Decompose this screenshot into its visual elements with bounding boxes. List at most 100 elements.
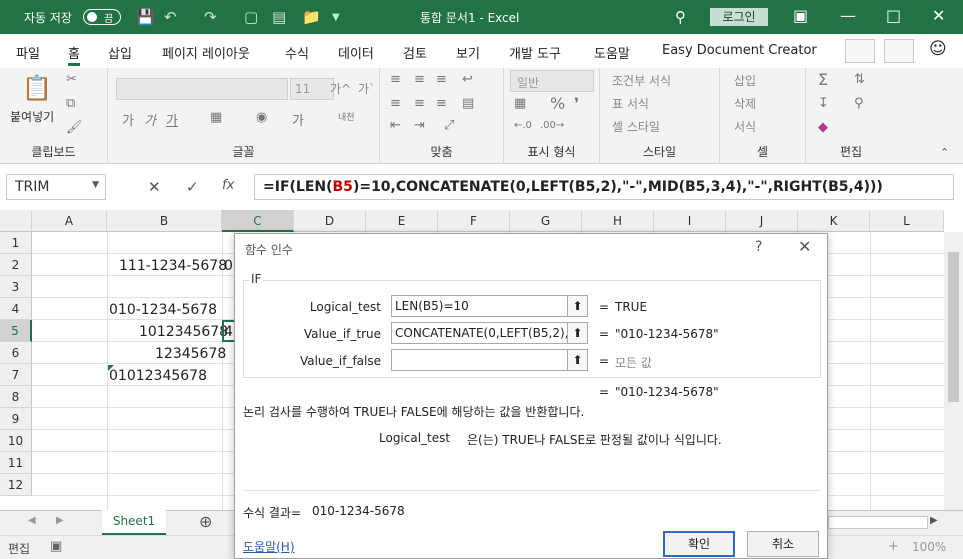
column-header-b[interactable]: B [107,210,222,232]
decrease-decimal-icon[interactable]: .00→ [540,120,564,131]
menu-view[interactable]: 보기 [456,43,480,62]
share-button[interactable] [845,39,875,63]
ribbon-display-options-icon[interactable]: ▣ [793,6,808,25]
menu-developer[interactable]: 개발 도구 [509,43,561,62]
increase-indent-icon[interactable]: ⇥ [414,118,425,133]
menu-file[interactable]: 파일 [16,43,40,62]
menu-easy-document-creator[interactable]: Easy Document Creator [662,43,817,58]
name-box[interactable]: TRIM ▼ [6,174,106,200]
menu-insert[interactable]: 삽입 [108,43,132,62]
collapse-ribbon-icon[interactable]: ⌃ [940,146,949,159]
help-link[interactable]: 도움말(H) [243,538,295,555]
merge-center-icon[interactable]: ▤ [462,96,474,111]
dialog-close-icon[interactable]: ✕ [798,237,811,256]
column-header-e[interactable]: E [366,210,438,232]
menu-home[interactable]: 홈 [68,43,80,66]
format-cells-button[interactable]: 서식 [734,118,756,135]
menu-data[interactable]: 데이터 [338,43,374,62]
format-painter-icon[interactable]: 🖌 [66,120,83,135]
search-icon[interactable]: ⚲ [675,8,686,26]
cell-b5[interactable]: 1012345678 [139,321,228,343]
accounting-format-icon[interactable]: ▦ [514,96,526,111]
delete-cells-button[interactable]: 삭제 [734,95,756,112]
cancel-button[interactable]: 취소 [747,531,819,557]
borders-icon[interactable]: ▦ [210,110,222,125]
close-window-icon[interactable]: ✕ [932,6,945,25]
menu-formulas[interactable]: 수식 [285,43,309,62]
column-header-a[interactable]: A [32,210,107,232]
scroll-right-icon[interactable]: ▶ [930,515,938,526]
vertical-scrollbar-thumb[interactable] [948,252,959,402]
smiley-icon[interactable]: ☺ [929,39,947,59]
column-header-l[interactable]: L [870,210,944,232]
row-header-10[interactable]: 10 [0,430,32,452]
column-header-j[interactable]: J [726,210,798,232]
insert-function-icon[interactable]: fx [222,178,234,193]
row-header-11[interactable]: 11 [0,452,32,474]
wrap-text-icon[interactable]: ↩ [462,72,473,87]
align-middle-icon[interactable]: ≡ [414,72,425,87]
phonetic-icon[interactable]: 내천 [338,110,355,123]
row-header-6[interactable]: 6 [0,342,32,364]
cell-b7[interactable]: 01012345678 [109,365,207,387]
autosum-icon[interactable]: Σ [818,70,828,89]
row-header-3[interactable]: 3 [0,276,32,298]
column-header-k[interactable]: K [798,210,870,232]
align-bottom-icon[interactable]: ≡ [436,72,447,87]
insert-cells-button[interactable]: 삽입 [734,72,756,89]
format-as-table-button[interactable]: 표 서식 [612,95,649,112]
collapse-dialog-icon[interactable]: ⬆ [567,295,588,317]
maximize-icon[interactable]: □ [886,6,901,25]
arg-input-logical-test[interactable]: LEN(B5)=10 [391,295,569,317]
open-icon[interactable]: 📁 [302,8,321,26]
enter-entry-icon[interactable]: ✓ [186,178,199,196]
zoom-in-icon[interactable]: + [888,539,899,554]
cut-icon[interactable]: ✂ [66,72,77,87]
fill-color-icon[interactable]: ◉ [256,110,267,125]
conditional-formatting-button[interactable]: 조건부 서식 [612,72,671,89]
cancel-entry-icon[interactable]: ✕ [148,178,161,196]
minimize-icon[interactable]: — [840,6,856,25]
select-all-corner[interactable] [0,210,32,232]
form-icon[interactable]: ▤ [272,8,286,26]
comments-button[interactable] [884,39,914,63]
percent-style-icon[interactable]: % [550,94,565,113]
row-header-12[interactable]: 12 [0,474,32,496]
horizontal-scrollbar[interactable] [828,516,928,529]
save-icon[interactable]: 💾 [136,8,155,26]
column-header-c[interactable]: C [222,210,294,232]
arg-input-value-if-false[interactable] [391,349,569,371]
row-header-2[interactable]: 2 [0,254,32,276]
autosave-toggle[interactable]: 끔 [83,9,121,25]
collapse-dialog-icon[interactable]: ⬆ [567,349,588,371]
cell-b6[interactable]: 12345678 [155,343,226,365]
menu-page-layout[interactable]: 페이지 레이아웃 [162,43,250,62]
customize-toolbar-icon[interactable]: ▼ [332,12,340,23]
align-top-icon[interactable]: ≡ [390,72,401,87]
row-header-7[interactable]: 7 [0,364,32,386]
menu-review[interactable]: 검토 [403,43,427,62]
align-right-icon[interactable]: ≡ [436,96,447,111]
cell-b2[interactable]: 111-1234-5678 [119,255,227,277]
italic-icon[interactable]: 가 [144,110,156,129]
row-header-8[interactable]: 8 [0,386,32,408]
prev-sheet-icon[interactable]: ◀ [28,515,36,526]
font-color-icon[interactable]: 가 [292,110,304,129]
dialog-help-icon[interactable]: ? [755,239,762,255]
error-indicator-icon[interactable] [108,365,114,371]
copy-icon[interactable]: ⧉ [66,96,75,111]
find-select-icon[interactable]: ⚲ [854,96,864,111]
macro-record-icon[interactable]: ▣ [50,539,62,554]
column-header-i[interactable]: I [654,210,726,232]
align-left-icon[interactable]: ≡ [390,96,401,111]
name-box-dropdown-icon[interactable]: ▼ [92,180,99,190]
underline-icon[interactable]: 가 [166,110,178,129]
paste-icon[interactable]: 📋 [22,74,52,102]
fill-icon[interactable]: ↧ [818,96,829,111]
row-header-4[interactable]: 4 [0,298,32,320]
shrink-font-icon[interactable]: 가` [358,80,375,97]
menu-help[interactable]: 도움말 [594,43,630,62]
cell-b4[interactable]: 010-1234-5678 [109,299,217,321]
column-header-h[interactable]: H [582,210,654,232]
column-header-f[interactable]: F [438,210,510,232]
